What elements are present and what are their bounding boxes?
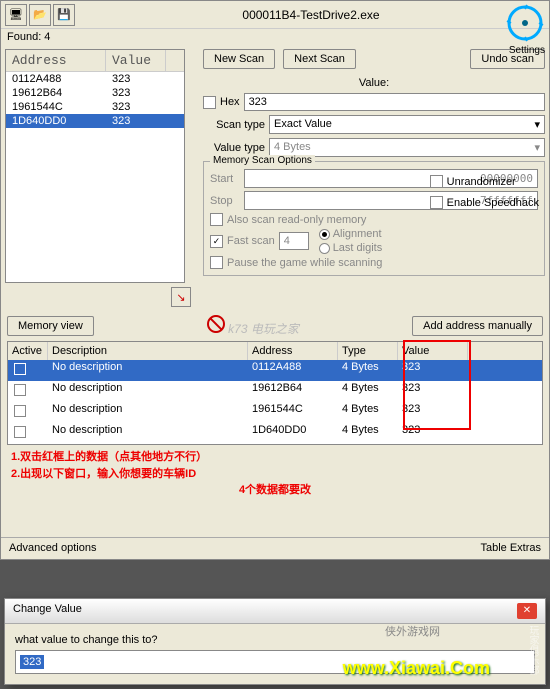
floppy-disk-icon: 💾 [57, 8, 71, 21]
fast-scan-checkbox[interactable]: ✓ [210, 235, 223, 248]
table-extras-link[interactable]: Table Extras [480, 542, 541, 554]
scan-type-label: Scan type [203, 119, 265, 131]
value-type-label: Value type [203, 142, 265, 154]
table-row[interactable]: No description19612B644 Bytes323 [8, 381, 542, 402]
advanced-options-link[interactable]: Advanced options [9, 542, 96, 554]
corner-watermark: 玩家俱乐部 [525, 625, 540, 675]
col-description[interactable]: Description [48, 342, 248, 360]
unrandomizer-checkbox[interactable] [430, 175, 443, 188]
pause-game-checkbox[interactable] [210, 256, 223, 269]
active-checkbox[interactable] [14, 405, 26, 417]
stop-icon[interactable] [207, 315, 225, 333]
process-name: 000011B4-TestDrive2.exe [77, 8, 545, 22]
watermark-text: k73 电玩之家 [228, 322, 299, 336]
folder-open-icon: 📂 [33, 8, 47, 21]
scan-type-select[interactable]: Exact Value ▾ [269, 115, 545, 134]
dialog-title: Change Value [13, 603, 82, 619]
cheat-engine-window: 🖥 📂 💾 000011B4-TestDrive2.exe Settings F… [0, 0, 550, 560]
dialog-prompt: what value to change this to? [15, 634, 535, 646]
active-checkbox[interactable] [14, 384, 26, 396]
found-address-list[interactable]: Address Value 0112A488323 19612B64323 19… [5, 49, 185, 283]
toolbar: 🖥 📂 💾 000011B4-TestDrive2.exe [1, 1, 549, 29]
watermark-site: 侠外游戏网 [385, 623, 440, 639]
next-scan-button[interactable]: Next Scan [283, 49, 356, 69]
table-row[interactable]: No description0112A4884 Bytes323 [8, 360, 542, 381]
open-file-button[interactable]: 📂 [29, 4, 51, 26]
new-scan-button[interactable]: New Scan [203, 49, 275, 69]
column-address[interactable]: Address [6, 50, 106, 71]
address-row[interactable]: 0112A488323 [6, 72, 184, 86]
fast-scan-value-input[interactable] [279, 232, 309, 250]
watermark-url: www.Xiawai.Com [343, 658, 490, 679]
speedhack-checkbox[interactable] [430, 196, 443, 209]
chevron-down-icon: ▾ [534, 141, 540, 154]
start-label: Start [210, 173, 240, 185]
save-button[interactable]: 💾 [53, 4, 75, 26]
active-checkbox[interactable] [14, 426, 26, 438]
chevron-down-icon: ▾ [534, 118, 540, 131]
address-row[interactable]: 1961544C323 [6, 100, 184, 114]
col-type[interactable]: Type [338, 342, 398, 360]
address-row[interactable]: 19612B64323 [6, 86, 184, 100]
settings-link[interactable]: Settings [509, 45, 545, 56]
col-address[interactable]: Address [248, 342, 338, 360]
computer-icon: 🖥 [9, 8, 23, 21]
arrow-down-right-icon: ↘ [176, 291, 185, 304]
add-to-list-button[interactable]: ↘ [171, 287, 191, 307]
table-row[interactable]: No description1D640DD04 Bytes323 [8, 423, 542, 444]
fast-scan-label: Fast scan [227, 235, 275, 247]
col-value[interactable]: Value [398, 342, 468, 360]
add-address-manually-button[interactable]: Add address manually [412, 316, 543, 336]
pause-game-label: Pause the game while scanning [227, 257, 382, 269]
hex-label: Hex [220, 96, 240, 108]
cheat-table[interactable]: Active Description Address Type Value No… [7, 341, 543, 445]
active-checkbox[interactable] [14, 363, 26, 375]
value-label: Value: [203, 77, 545, 89]
address-row[interactable]: 1D640DD0323 [6, 114, 184, 128]
table-row[interactable]: No description1961544C4 Bytes323 [8, 402, 542, 423]
cheat-engine-logo[interactable] [505, 3, 545, 45]
stop-label: Stop [210, 195, 240, 207]
annotation-text: 1.双击红框上的数据（点其他地方不行） 2.出现以下窗口，输入你想要的车辆ID … [1, 445, 549, 503]
close-button[interactable]: ✕ [517, 603, 537, 619]
last-digits-radio[interactable] [319, 243, 330, 254]
value-input[interactable] [244, 93, 545, 111]
memory-view-button[interactable]: Memory view [7, 316, 94, 336]
hex-checkbox[interactable] [203, 96, 216, 109]
readonly-label: Also scan read-only memory [227, 214, 366, 226]
alignment-radio[interactable] [319, 229, 330, 240]
column-value[interactable]: Value [106, 50, 166, 71]
col-active[interactable]: Active [8, 342, 48, 360]
readonly-checkbox[interactable] [210, 213, 223, 226]
found-count: Found: 4 [1, 29, 549, 45]
open-process-button[interactable]: 🖥 [5, 4, 27, 26]
